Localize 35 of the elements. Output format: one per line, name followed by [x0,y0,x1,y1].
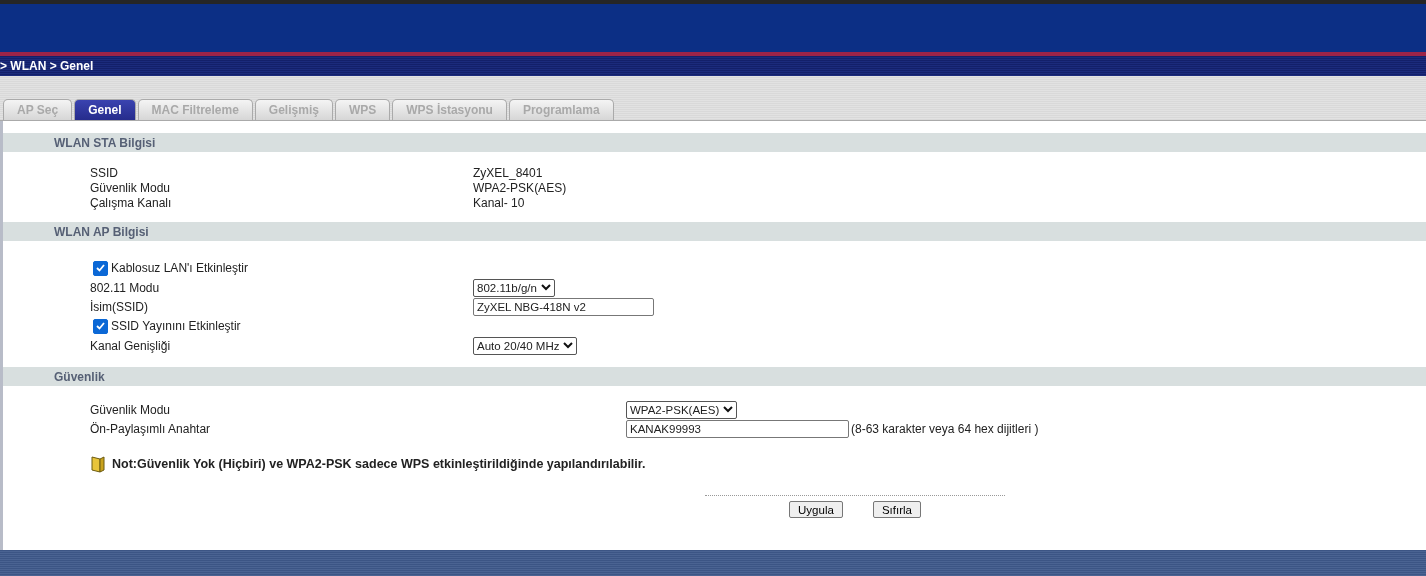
checkbox-label[interactable]: SSID Yayınını Etkinleştir [90,318,241,334]
checkbox[interactable] [93,318,108,334]
dropdown[interactable]: WPA2-PSK(AES) [626,400,738,419]
chevron-down-icon [540,284,551,291]
field-label: SSID [90,165,119,180]
field-label: Çalışma Kanalı [90,195,173,210]
checkbox[interactable] [93,260,108,276]
field-hint: (8-63 karakter veya 64 hex dijitleri ) [851,421,1039,436]
input-field[interactable]: ZyXEL NBG-418N v2 [473,297,654,316]
field-value: ZyXEL_8401 [473,165,543,180]
field-label: Ön-Paylaşımlı Anahtar [90,421,212,436]
input-field[interactable]: KANAK99993 [626,419,849,438]
tab[interactable]: Genel [74,99,136,120]
section-header: WLAN STA Bilgisi [3,133,1426,152]
dropdown[interactable]: Auto 20/40 MHz [473,336,578,355]
field-label: Güvenlik Modu [90,402,172,417]
section-header: WLAN AP Bilgisi [3,222,1426,241]
field-label: 802.11 Modu [90,280,161,295]
breadcrumb: > WLAN > Genel [0,59,94,73]
chevron-down-icon [563,342,574,349]
field-value: Kanal- 10 [473,195,525,210]
field-label: İsim(SSID) [90,299,149,314]
note-text: Not:Güvenlik Yok (Hiçbiri) ve WPA2-PSK sadece WPS etkinleştirildiğinde yapılandırılabilir. [112,457,646,471]
form-button[interactable]: Uygula [789,501,843,518]
check-icon [96,322,105,330]
form-button[interactable]: Sıfırla [872,501,921,518]
check-icon [96,264,105,272]
note-book-icon [90,455,106,473]
section-header: Güvenlik [3,367,1426,386]
chevron-down-icon [723,406,734,413]
field-label: Kanal Genişliği [90,338,172,353]
field-label: Güvenlik Modu [90,180,172,195]
field-value: WPA2-PSK(AES) [473,180,567,195]
checkbox-label[interactable]: Kablosuz LAN'ı Etkinleştir [90,260,248,276]
dropdown[interactable]: 802.11b/g/n [473,278,555,297]
